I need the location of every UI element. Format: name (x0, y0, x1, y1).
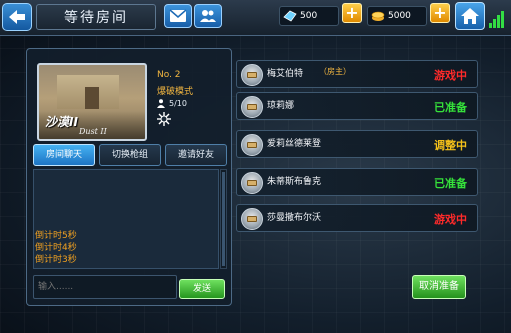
player-row[interactable]: 爱莉丝德莱登 调整中 (236, 130, 478, 158)
chat-input[interactable] (33, 275, 177, 299)
chat-message: 倒计时3秒 (35, 255, 77, 265)
tab-switch-loadout[interactable]: 切换枪组 (99, 144, 161, 166)
coins-display: 500 (279, 6, 339, 26)
add-gold-button[interactable]: + (430, 3, 450, 23)
rank-avatar-icon (241, 64, 263, 86)
rank-avatar-icon (241, 208, 263, 230)
player-name: 爱莉丝德莱登 (267, 139, 322, 149)
gold-value: 5000 (388, 11, 411, 21)
player-name: 莎曼撒布尔沃 (267, 213, 322, 223)
player-status: 调整中 (434, 139, 467, 152)
chat-message: 倒计时4秒 (35, 243, 77, 253)
room-number: No. 2 (157, 70, 181, 80)
coins-value: 500 (300, 11, 318, 21)
page-title: 等待房间 (36, 4, 156, 30)
map-thumbnail: 沙漠II Dust II (37, 63, 147, 141)
add-coins-button[interactable]: + (342, 3, 362, 23)
player-status: 游戏中 (434, 69, 467, 82)
player-count: 5/10 (157, 99, 187, 108)
back-button[interactable] (2, 3, 32, 31)
player-status: 已准备 (434, 101, 467, 114)
map-scene-door (85, 87, 99, 109)
mail-button[interactable] (164, 4, 192, 28)
home-button[interactable] (455, 2, 485, 30)
player-name: 朱蒂斯布鲁克 (267, 177, 322, 187)
room-info-panel: 沙漠II Dust II No. 2 爆破模式 5/10 房间聊天 切换枪组 邀… (26, 48, 232, 306)
player-name: 琼莉娜 (267, 101, 295, 111)
tab-room-chat[interactable]: 房间聊天 (33, 144, 95, 166)
player-row[interactable]: 琼莉娜 已准备 (236, 92, 478, 120)
chat-message: 倒计时5秒 (35, 231, 77, 241)
cancel-ready-button[interactable]: 取消准备 (412, 275, 466, 299)
chat-scrollbar[interactable] (220, 169, 227, 269)
signal-strength-icon (489, 8, 509, 28)
room-owner-tag: （房主） (319, 67, 351, 76)
player-count-value: 5/10 (169, 99, 187, 108)
room-tabs: 房间聊天 切换枪组 邀请好友 (33, 144, 227, 166)
chat-messages: 倒计时5秒 倒计时4秒 倒计时3秒 (35, 230, 215, 266)
rank-avatar-icon (241, 172, 263, 194)
tab-invite-friends[interactable]: 邀请好友 (165, 144, 227, 166)
plus-icon: + (433, 3, 447, 22)
player-status: 游戏中 (434, 213, 467, 226)
friends-icon (200, 10, 216, 22)
player-row[interactable]: 朱蒂斯布鲁克 已准备 (236, 168, 478, 196)
map-name: 沙漠II (45, 115, 78, 129)
map-name-english: Dust II (79, 127, 107, 136)
rank-avatar-icon (241, 134, 263, 156)
gold-display: 5000 (367, 6, 427, 26)
gold-coins-icon (371, 11, 385, 21)
back-arrow-icon (9, 10, 25, 24)
mail-icon (169, 9, 187, 22)
player-row[interactable]: 莎曼撒布尔沃 游戏中 (236, 204, 478, 232)
player-row[interactable]: 梅艾伯特 （房主） 游戏中 (236, 60, 478, 88)
player-list: 梅艾伯特 （房主） 游戏中 琼莉娜 已准备 爱莉丝德莱登 调整中 朱蒂斯布鲁克 … (236, 48, 478, 238)
game-mode: 爆破模式 (157, 87, 194, 97)
send-button[interactable]: 发送 (179, 279, 225, 299)
top-bar: 等待房间 500 + 5000 + (0, 0, 511, 36)
player-name: 梅艾伯特 (267, 69, 304, 79)
home-icon (461, 8, 479, 24)
bomb-mode-icon (157, 112, 171, 126)
crystal-icon (283, 10, 297, 22)
friends-button[interactable] (194, 4, 222, 28)
rank-avatar-icon (241, 96, 263, 118)
person-icon (157, 99, 165, 108)
plus-icon: + (345, 3, 359, 22)
player-status: 已准备 (434, 177, 467, 190)
